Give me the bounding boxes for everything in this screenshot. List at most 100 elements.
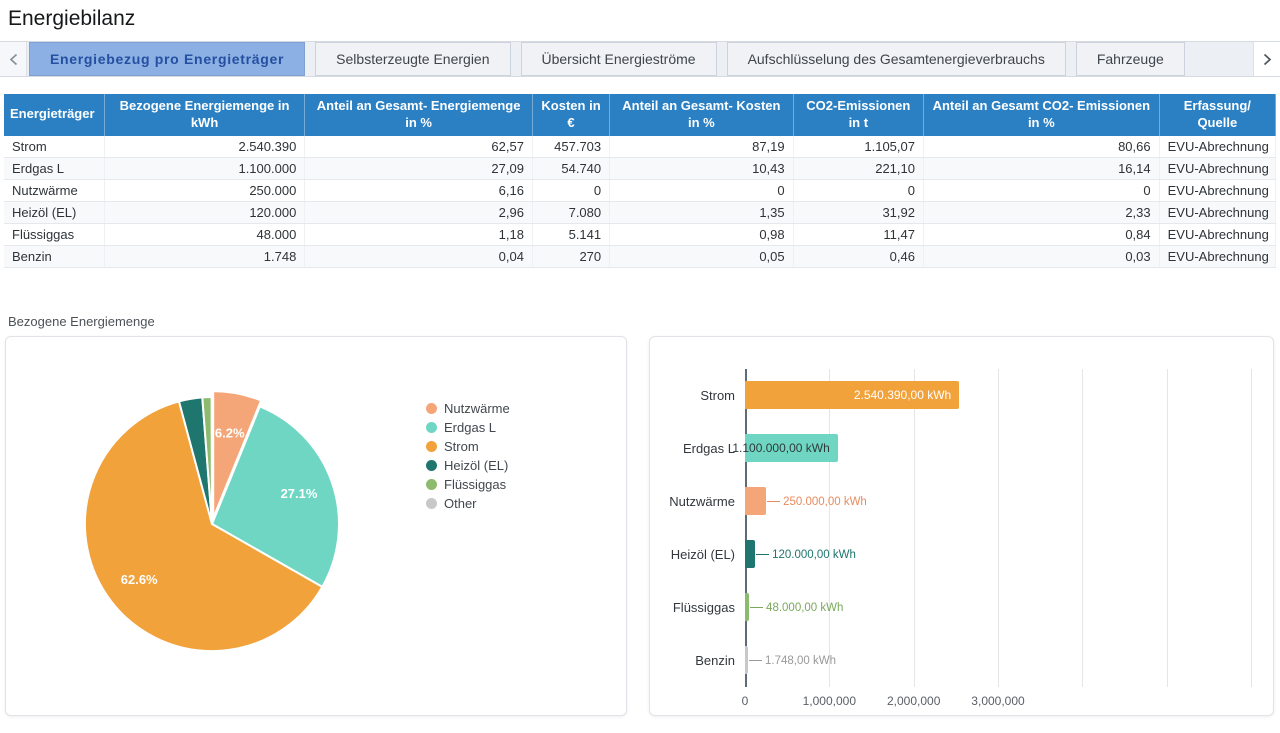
bar-chart: Strom2.540.390,00 kWhErdgas L1.100.000,0…: [660, 351, 1259, 713]
bar-flüssiggas[interactable]: [745, 593, 749, 621]
tabs-scroll-right-button[interactable]: [1253, 42, 1280, 76]
table-cell: Nutzwärme: [4, 180, 104, 202]
bar-row-nutzwärme: Nutzwärme250.000,00 kWh: [660, 475, 1259, 528]
column-header-3: Kosten in €: [532, 94, 609, 136]
bar-value-callout: 48.000,00 kWh: [750, 602, 843, 614]
callout-line: [749, 660, 762, 661]
table-cell: 31,92: [793, 202, 923, 224]
table-cell: EVU-Abrechnung: [1159, 158, 1275, 180]
table-cell: 0,98: [610, 224, 794, 246]
callout-line: [750, 607, 763, 608]
table-cell: 54.740: [532, 158, 609, 180]
x-tick-label: 2,000,000: [887, 694, 940, 708]
table-cell: 27,09: [305, 158, 533, 180]
tab-bar: Energiebezug pro Energieträger Selbsterze…: [0, 41, 1280, 77]
legend-label: Heizöl (EL): [444, 458, 508, 473]
tab-selbsterzeugte-energien[interactable]: Selbsterzeugte Energien: [315, 42, 510, 76]
table-cell: Strom: [4, 136, 104, 158]
table-cell: 87,19: [610, 136, 794, 158]
table-cell: 80,66: [923, 136, 1159, 158]
legend-swatch: [426, 441, 437, 452]
table-cell: 0,84: [923, 224, 1159, 246]
legend-label: Other: [444, 496, 477, 511]
table-cell: 48.000: [104, 224, 305, 246]
column-header-0: Energieträger: [4, 94, 104, 136]
legend-label: Strom: [444, 439, 479, 454]
bar-strom[interactable]: 2.540.390,00 kWh: [745, 381, 959, 409]
table-cell: 0,46: [793, 246, 923, 268]
legend-item-heizöl-el[interactable]: Heizöl (EL): [426, 456, 510, 475]
table-cell: 457.703: [532, 136, 609, 158]
table-cell: 1,18: [305, 224, 533, 246]
legend-item-other[interactable]: Other: [426, 494, 510, 513]
table-cell: 221,10: [793, 158, 923, 180]
pie-slice-label: 27.1%: [281, 486, 318, 501]
bar-chart-card: Strom2.540.390,00 kWhErdgas L1.100.000,0…: [649, 336, 1274, 716]
tabs-scroll-left-button[interactable]: [0, 42, 27, 76]
legend-item-flüssiggas[interactable]: Flüssiggas: [426, 475, 510, 494]
tab-fahrzeuge[interactable]: Fahrzeuge: [1076, 42, 1185, 76]
table-row-nutzwärme: Nutzwärme250.0006,160000EVU-Abrechnung: [4, 180, 1276, 202]
bar-nutzwärme[interactable]: [745, 487, 766, 515]
legend-swatch: [426, 422, 437, 433]
bar-plot-area: 48.000,00 kWh: [745, 581, 1259, 634]
table-cell: EVU-Abrechnung: [1159, 246, 1275, 268]
table-cell: 250.000: [104, 180, 305, 202]
bar-value-label: 1.748,00 kWh: [765, 655, 836, 667]
table-cell: 1,35: [610, 202, 794, 224]
bar-plot-area: 2.540.390,00 kWh: [745, 369, 1259, 422]
tab-energiebezug-pro-energieträger[interactable]: Energiebezug pro Energieträger: [29, 42, 305, 76]
bar-category-label: Benzin: [660, 653, 745, 668]
pie-slice-label: 62.6%: [121, 572, 158, 587]
table-cell: Flüssiggas: [4, 224, 104, 246]
bar-heizöl-el[interactable]: [745, 540, 755, 568]
table-cell: 0: [610, 180, 794, 202]
table-row-benzin: Benzin1.7480,042700,050,460,03EVU-Abrech…: [4, 246, 1276, 268]
legend-swatch: [426, 403, 437, 414]
table-cell: 6,16: [305, 180, 533, 202]
table-cell: 0,05: [610, 246, 794, 268]
legend-label: Nutzwärme: [444, 401, 510, 416]
bar-plot-area: 250.000,00 kWh: [745, 475, 1259, 528]
table-cell: 11,47: [793, 224, 923, 246]
chevron-left-icon: [9, 53, 18, 66]
table-cell: 0: [923, 180, 1159, 202]
table-cell: Benzin: [4, 246, 104, 268]
column-header-4: Anteil an Gesamt- Kosten in %: [610, 94, 794, 136]
legend-item-erdgas-l[interactable]: Erdgas L: [426, 418, 510, 437]
table-header-row: EnergieträgerBezogene Energiemenge in kW…: [4, 94, 1276, 136]
bar-value-callout: 120.000,00 kWh: [756, 549, 856, 561]
bar-value-callout: 1.748,00 kWh: [749, 655, 836, 667]
chart-cards: 6.2%27.1%62.6% NutzwärmeErdgas LStromHei…: [0, 336, 1280, 716]
callout-line: [756, 554, 769, 555]
x-tick-label: 1,000,000: [803, 694, 856, 708]
table-cell: EVU-Abrechnung: [1159, 224, 1275, 246]
bar-value-label: 120.000,00 kWh: [772, 549, 856, 561]
bar-row-flüssiggas: Flüssiggas48.000,00 kWh: [660, 581, 1259, 634]
table-cell: Erdgas L: [4, 158, 104, 180]
column-header-6: Anteil an Gesamt CO2- Emissionen in %: [923, 94, 1159, 136]
table-cell: 5.141: [532, 224, 609, 246]
pie-chart: 6.2%27.1%62.6%: [62, 374, 362, 674]
column-header-1: Bezogene Energiemenge in kWh: [104, 94, 305, 136]
legend-label: Erdgas L: [444, 420, 496, 435]
bar-row-heizöl-el: Heizöl (EL)120.000,00 kWh: [660, 528, 1259, 581]
table-cell: 62,57: [305, 136, 533, 158]
table-cell: 0: [532, 180, 609, 202]
bar-category-label: Nutzwärme: [660, 494, 745, 509]
page-title: Energiebilanz: [0, 0, 1280, 41]
bar-benzin[interactable]: [745, 646, 748, 674]
pie-chart-card: 6.2%27.1%62.6% NutzwärmeErdgas LStromHei…: [5, 336, 627, 716]
tab-aufschlüsselung-des-gesamtenergieverbrauchs[interactable]: Aufschlüsselung des Gesamtenergieverbrau…: [727, 42, 1066, 76]
legend-item-nutzwärme[interactable]: Nutzwärme: [426, 399, 510, 418]
table-cell: EVU-Abrechnung: [1159, 202, 1275, 224]
table-cell: 0: [793, 180, 923, 202]
tab-übersicht-energieströme[interactable]: Übersicht Energieströme: [521, 42, 717, 76]
table-cell: 2.540.390: [104, 136, 305, 158]
bar-plot-area: 120.000,00 kWh: [745, 528, 1259, 581]
bar-erdgas-l[interactable]: 1.100.000,00 kWh: [745, 434, 838, 462]
table-cell: 2,96: [305, 202, 533, 224]
table-cell: 0,03: [923, 246, 1159, 268]
column-header-5: CO2-Emissionen in t: [793, 94, 923, 136]
legend-item-strom[interactable]: Strom: [426, 437, 510, 456]
